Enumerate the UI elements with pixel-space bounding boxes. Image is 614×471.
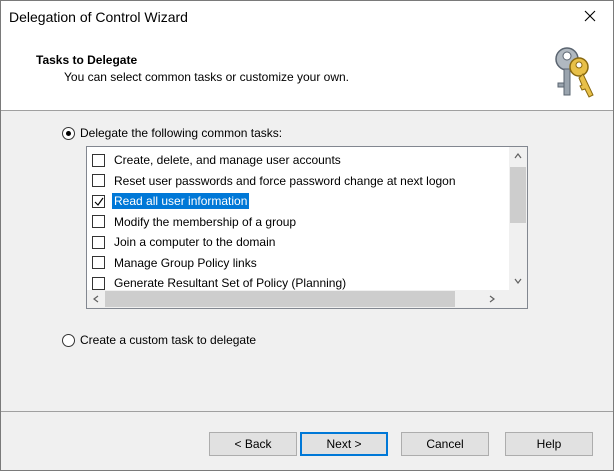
task-list-item[interactable]: Manage Group Policy links [92, 254, 259, 272]
help-button[interactable]: Help [505, 432, 593, 456]
scroll-right-button[interactable] [483, 290, 501, 308]
custom-task-label: Create a custom task to delegate [80, 333, 257, 347]
custom-task-radio[interactable] [62, 333, 75, 347]
task-checkbox[interactable] [92, 235, 105, 249]
close-icon [584, 10, 596, 22]
task-checkbox[interactable] [92, 215, 105, 228]
scroll-up-button[interactable] [509, 147, 527, 165]
close-button[interactable] [567, 1, 613, 31]
task-list-item[interactable]: Join a computer to the domain [92, 233, 277, 251]
task-list-item[interactable]: Create, delete, and manage user accounts [92, 151, 343, 169]
task-checkbox[interactable] [92, 194, 105, 208]
task-list-item[interactable]: Reset user passwords and force password … [92, 172, 458, 190]
task-list[interactable]: Create, delete, and manage user accounts… [86, 146, 528, 309]
task-checkbox[interactable] [92, 256, 105, 269]
chevron-right-icon [489, 295, 495, 303]
checkmark-icon [94, 197, 104, 206]
task-checkbox[interactable] [92, 153, 105, 167]
task-list-item[interactable]: Modify the membership of a group [92, 213, 298, 231]
task-list-items: Create, delete, and manage user accounts… [87, 147, 510, 290]
cancel-button[interactable]: Cancel [401, 432, 489, 456]
delegate-common-option[interactable]: Delegate the following common tasks: [62, 126, 282, 140]
page-title: Tasks to Delegate [36, 53, 138, 67]
vertical-scroll-thumb[interactable] [510, 167, 526, 223]
page-subtitle: You can select common tasks or customize… [64, 70, 350, 84]
back-button[interactable]: < Back [209, 432, 297, 456]
task-label: Generate Resultant Set of Policy (Planni… [114, 276, 347, 290]
wizard-header: Tasks to Delegate You can select common … [1, 31, 613, 111]
delegate-common-label: Delegate the following common tasks: [80, 126, 283, 140]
horizontal-scrollbar[interactable] [87, 290, 510, 308]
chevron-up-icon [514, 153, 522, 159]
chevron-down-icon [514, 278, 522, 284]
task-label: Create, delete, and manage user accounts [114, 153, 341, 167]
task-label: Read all user information [112, 193, 250, 209]
title-bar: Delegation of Control Wizard [1, 1, 613, 31]
chevron-left-icon [93, 295, 99, 303]
scroll-left-button[interactable] [87, 290, 105, 308]
wizard-window: Delegation of Control Wizard Tasks to De… [0, 0, 614, 471]
custom-task-option[interactable]: Create a custom task to delegate [62, 333, 256, 347]
footer-divider [1, 411, 613, 412]
task-label: Manage Group Policy links [114, 255, 257, 270]
window-title: Delegation of Control Wizard [9, 9, 188, 25]
task-checkbox[interactable] [92, 174, 105, 187]
task-list-item[interactable]: Read all user information [92, 192, 250, 210]
task-checkbox[interactable] [92, 276, 105, 290]
task-label: Reset user passwords and force password … [114, 173, 456, 188]
next-button[interactable]: Next > [300, 432, 388, 456]
task-label: Modify the membership of a group [114, 214, 297, 229]
delegate-common-radio[interactable] [62, 126, 75, 140]
scroll-down-button[interactable] [509, 272, 527, 290]
scrollbar-corner [509, 290, 527, 308]
task-label: Join a computer to the domain [114, 235, 276, 249]
horizontal-scroll-thumb[interactable] [105, 291, 455, 307]
keys-icon [555, 47, 594, 98]
task-list-item[interactable]: Generate Resultant Set of Policy (Planni… [92, 274, 348, 290]
vertical-scrollbar[interactable] [509, 147, 527, 290]
